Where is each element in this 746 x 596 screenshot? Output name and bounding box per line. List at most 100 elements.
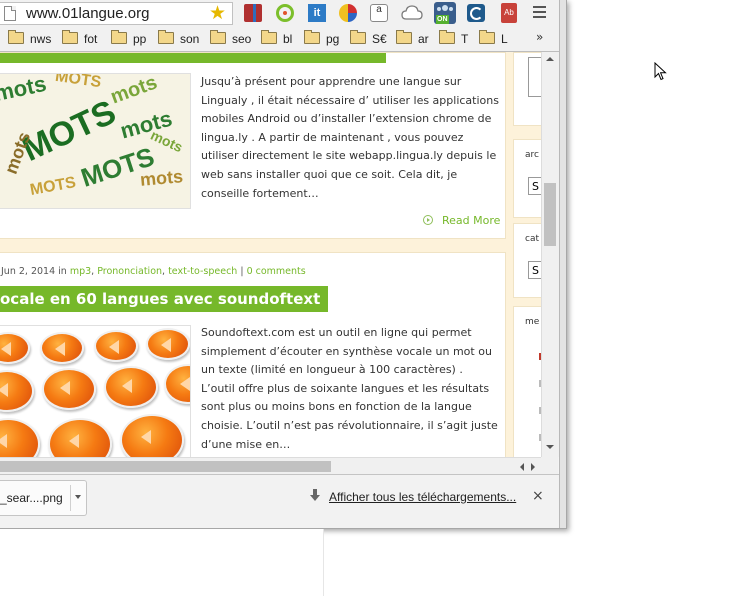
download-arrow-icon xyxy=(310,489,320,501)
close-icon[interactable]: × xyxy=(532,488,544,504)
speaker-bubble-icon xyxy=(94,330,138,362)
folder-icon xyxy=(62,30,78,44)
word-cloud-word: mots xyxy=(107,73,161,109)
scroll-right-arrow-icon[interactable] xyxy=(531,463,535,471)
background-window xyxy=(0,529,324,596)
download-shelf: _sear....png Afficher tous les télécharg… xyxy=(0,474,559,528)
bookmark-folder[interactable]: son xyxy=(158,30,199,47)
address-bar[interactable]: www.01langue.org ★ xyxy=(0,2,233,25)
folder-icon xyxy=(8,30,24,44)
word-cloud-word: mots xyxy=(139,166,184,190)
sidebar-widget-archives: arc S xyxy=(513,139,541,218)
bookmarks-overflow-button[interactable]: » xyxy=(536,30,543,44)
widget-title: arc xyxy=(525,150,539,160)
bookmark-folder[interactable]: L xyxy=(479,30,508,47)
browser-toolbar: www.01langue.org ★ it a ON Ab xyxy=(0,0,559,27)
play-circle-icon xyxy=(423,215,433,225)
bookmark-folder[interactable]: S€ xyxy=(350,30,387,47)
speaker-bubble-icon xyxy=(104,366,158,408)
bookmark-folder[interactable]: nws xyxy=(8,30,51,47)
browser-window: www.01langue.org ★ it a ON Ab nws fot pp… xyxy=(0,0,567,529)
speaker-bubble-icon xyxy=(0,370,34,412)
post-thumbnail-mots[interactable]: mots MOTS mots MOTS mots mots MOTS mots … xyxy=(0,73,191,209)
category-link[interactable]: mp3 xyxy=(70,266,91,277)
comments-link[interactable]: 0 comments xyxy=(247,266,306,277)
bookmark-folder[interactable]: T xyxy=(439,30,468,47)
bookmark-ext-icon[interactable] xyxy=(244,4,262,22)
circle-ext-icon[interactable] xyxy=(276,4,294,22)
scrollbar-corner xyxy=(541,457,558,474)
folder-icon xyxy=(439,30,455,44)
speaker-bubble-icon xyxy=(164,364,190,404)
post-date: Jun 2, 2014 xyxy=(1,266,56,277)
show-all-downloads-link[interactable]: Afficher tous les téléchargements... xyxy=(329,490,516,504)
bookmark-folder[interactable]: fot xyxy=(62,30,97,47)
power-ext-icon[interactable] xyxy=(467,4,485,22)
menu-icon[interactable] xyxy=(533,6,546,21)
speaker-bubble-icon xyxy=(42,368,96,410)
sidebar: arc S cat S me xyxy=(513,52,541,457)
horizontal-scroll-thumb[interactable] xyxy=(0,461,331,472)
bookmark-folder[interactable]: pg xyxy=(304,30,339,47)
speaker-bubble-icon xyxy=(146,328,190,360)
category-link[interactable]: text-to-speech xyxy=(168,266,237,277)
word-cloud-word: MOTS xyxy=(28,174,78,199)
categories-select[interactable]: S xyxy=(528,261,541,279)
horizontal-scrollbar[interactable] xyxy=(0,457,541,475)
speaker-bubble-icon xyxy=(0,418,40,457)
post-title-bar[interactable] xyxy=(0,53,386,63)
sidebar-widget xyxy=(513,52,541,126)
bookmarks-bar: nws fot pp son seo bl pg S€ ar T L » xyxy=(0,27,559,52)
on-ext-icon[interactable]: ON xyxy=(434,2,456,24)
amazon-ext-icon[interactable]: a xyxy=(370,4,388,22)
scroll-up-arrow-icon[interactable] xyxy=(546,57,554,61)
post-meta: Jun 2, 2014 in mp3, Prononciation, text-… xyxy=(1,266,306,277)
scroll-down-arrow-icon[interactable] xyxy=(546,445,554,449)
pie-chart-ext-icon[interactable] xyxy=(339,4,357,22)
sidebar-widget-meta: me xyxy=(513,306,541,457)
post-title[interactable]: ocale en 60 langues avec soundoftext xyxy=(0,286,329,312)
vertical-scroll-thumb[interactable] xyxy=(544,183,556,246)
widget-title: me xyxy=(525,317,540,327)
vertical-scrollbar[interactable] xyxy=(541,52,559,457)
speaker-bubble-icon xyxy=(0,332,30,364)
download-item[interactable]: _sear....png xyxy=(0,480,87,516)
url-text[interactable]: www.01langue.org xyxy=(26,5,149,22)
post-card: mots MOTS mots MOTS mots mots MOTS mots … xyxy=(0,52,506,239)
word-cloud-word: mots xyxy=(0,73,49,107)
bookmark-folder[interactable]: pp xyxy=(111,30,146,47)
folder-icon xyxy=(158,30,174,44)
archives-select[interactable]: S xyxy=(528,177,541,195)
acrobat-ext-icon[interactable]: Ab xyxy=(501,3,517,23)
widget-title: cat xyxy=(525,234,539,244)
page-content: mots MOTS mots MOTS mots mots MOTS mots … xyxy=(0,52,541,457)
word-cloud-word: mots xyxy=(148,126,186,156)
post-thumbnail-speakers[interactable] xyxy=(0,325,191,457)
post-card: Jun 2, 2014 in mp3, Prononciation, text-… xyxy=(0,252,506,457)
folder-icon xyxy=(479,30,495,44)
bookmark-star-icon[interactable]: ★ xyxy=(209,2,226,24)
folder-icon xyxy=(304,30,320,44)
read-more-link[interactable]: Read More xyxy=(423,214,500,227)
speaker-bubble-icon xyxy=(48,418,112,457)
post-excerpt: Soundoftext.com est un outil en ligne qu… xyxy=(201,326,498,451)
word-cloud-word: MOTS xyxy=(54,73,103,92)
folder-icon xyxy=(396,30,412,44)
chevron-down-icon[interactable] xyxy=(75,495,81,499)
bookmark-folder[interactable]: seo xyxy=(210,30,251,47)
scroll-left-arrow-icon[interactable] xyxy=(520,463,524,471)
mouse-cursor-icon xyxy=(654,62,667,81)
post-excerpt: Jusqu’à présent pour apprendre une langu… xyxy=(201,75,499,200)
it-ext-icon[interactable]: it xyxy=(308,4,326,22)
folder-icon xyxy=(111,30,127,44)
cloud-icon[interactable] xyxy=(401,4,423,22)
bookmark-folder[interactable]: bl xyxy=(261,30,292,47)
sidebar-search-box[interactable] xyxy=(528,57,541,97)
sidebar-widget-categories: cat S xyxy=(513,223,541,298)
category-link[interactable]: Prononciation xyxy=(97,266,162,277)
download-filename: _sear....png xyxy=(0,491,63,505)
speaker-bubble-icon xyxy=(120,414,184,457)
folder-icon xyxy=(350,30,366,44)
bookmark-folder[interactable]: ar xyxy=(396,30,429,47)
speaker-bubble-icon xyxy=(40,332,84,364)
